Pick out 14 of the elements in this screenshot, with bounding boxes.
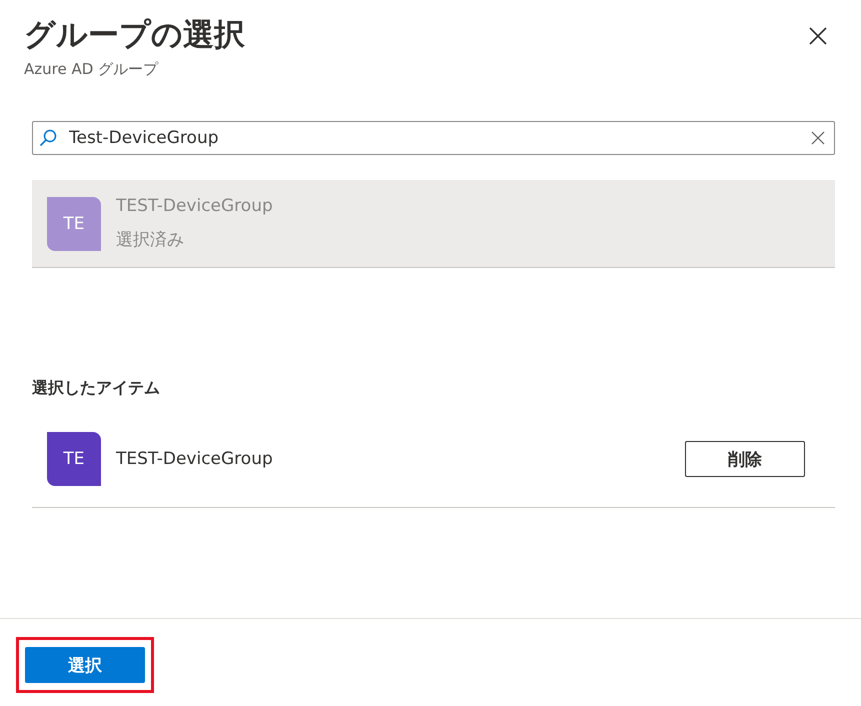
- search-field[interactable]: Test-DeviceGroup: [32, 121, 835, 155]
- section-heading: 選択したアイテム: [32, 378, 161, 399]
- remove-button[interactable]: 削除: [685, 441, 805, 477]
- status-label: 選択済み: [116, 229, 185, 251]
- group-avatar: TE: [47, 432, 101, 486]
- close-icon[interactable]: [808, 26, 828, 46]
- search-icon: [38, 128, 58, 148]
- panel-title: グループの選択: [24, 16, 245, 55]
- group-name: TEST-DeviceGroup: [116, 449, 274, 469]
- clear-icon[interactable]: [811, 131, 825, 145]
- panel-subtitle: Azure AD グループ: [24, 60, 160, 79]
- group-name: TEST-DeviceGroup: [116, 196, 273, 216]
- group-avatar: TE: [47, 196, 101, 250]
- select-button[interactable]: 選択: [25, 647, 145, 683]
